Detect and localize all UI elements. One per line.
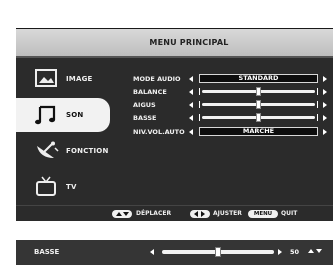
- sidebar-item-son[interactable]: SON: [16, 98, 110, 132]
- arrow-right-icon[interactable]: [323, 76, 327, 82]
- setting-row-basse[interactable]: BASSE: [128, 113, 333, 123]
- arrow-left-icon[interactable]: [189, 115, 193, 121]
- arrow-left-icon[interactable]: [189, 129, 193, 135]
- sidebar: IMAGE SON FONCTION TV: [16, 60, 128, 205]
- slider-endcap: [317, 88, 318, 95]
- menu-key-label: MENU: [253, 211, 273, 217]
- setting-row-mode-audio[interactable]: MODE AUDIO STANDARD: [128, 74, 333, 84]
- slider-endcap: [199, 101, 200, 108]
- mode-audio-select[interactable]: STANDARD: [199, 74, 318, 83]
- satellite-dish-icon: [37, 141, 59, 158]
- slider-thumb[interactable]: [215, 247, 221, 257]
- slider-endcap: [199, 114, 200, 121]
- arrow-right-icon[interactable]: [278, 249, 282, 255]
- bottom-setting-label: BASSE: [34, 248, 60, 256]
- arrow-right-icon[interactable]: [323, 102, 327, 108]
- arrow-right-icon[interactable]: [323, 129, 327, 135]
- up-arrow-icon: [308, 249, 314, 253]
- setting-label: MODE AUDIO: [133, 75, 181, 83]
- adjust-hint: AJUSTER: [213, 210, 242, 217]
- sidebar-item-image[interactable]: IMAGE: [16, 62, 128, 96]
- setting-label: BASSE: [133, 114, 157, 122]
- slider-endcap: [199, 88, 200, 95]
- setting-row-balance[interactable]: BALANCE: [128, 87, 333, 97]
- bottom-adjust-bar: BASSE 50: [16, 240, 333, 265]
- arrow-left-icon[interactable]: [150, 249, 154, 255]
- music-note-icon: [35, 105, 56, 125]
- move-hint: DÉPLACER: [136, 210, 172, 217]
- tv-icon: [36, 176, 56, 196]
- arrow-right-icon[interactable]: [323, 115, 327, 121]
- slider-endcap: [317, 101, 318, 108]
- slider-thumb[interactable]: [256, 100, 261, 109]
- bottom-setting-value: 50: [290, 248, 300, 256]
- menu-key-icon: MENU: [248, 210, 278, 218]
- arrow-left-icon[interactable]: [189, 89, 193, 95]
- down-arrow-icon: [316, 249, 322, 253]
- slider-thumb[interactable]: [256, 113, 261, 122]
- settings-list: MODE AUDIO STANDARD BALANCE AIGUS BASSE …: [128, 60, 333, 205]
- aigus-slider[interactable]: [199, 100, 318, 109]
- hint-bar: DÉPLACER AJUSTER MENU QUIT: [16, 205, 333, 221]
- setting-label: BALANCE: [133, 88, 167, 96]
- picture-icon: [35, 69, 57, 87]
- setting-row-niv-vol-auto[interactable]: NIV.VOL.AUTO MARCHE: [128, 127, 333, 137]
- setting-label: NIV.VOL.AUTO: [133, 128, 185, 136]
- niv-vol-auto-select[interactable]: MARCHE: [199, 127, 318, 136]
- quit-hint: QUIT: [281, 210, 298, 217]
- sidebar-item-tv[interactable]: TV: [16, 170, 128, 204]
- sidebar-item-label: SON: [66, 111, 84, 119]
- setting-label: AIGUS: [133, 101, 156, 109]
- basse-slider[interactable]: [199, 113, 318, 122]
- setting-row-aigus[interactable]: AIGUS: [128, 100, 333, 110]
- left-right-key-icon: [190, 210, 210, 218]
- mode-audio-value: STANDARD: [238, 74, 279, 82]
- sidebar-item-fonction[interactable]: FONCTION: [16, 134, 128, 168]
- balance-slider[interactable]: [199, 87, 318, 96]
- slider-thumb[interactable]: [256, 87, 261, 96]
- tv-menu-panel: MENU PRINCIPAL IMAGE SON FONCTION TV MOD…: [16, 28, 333, 221]
- arrow-left-icon[interactable]: [189, 102, 193, 108]
- sidebar-item-label: TV: [66, 183, 77, 191]
- niv-vol-auto-value: MARCHE: [242, 127, 275, 135]
- bottom-basse-slider[interactable]: [162, 247, 274, 257]
- slider-endcap: [317, 114, 318, 121]
- title-bar: MENU PRINCIPAL: [16, 29, 333, 58]
- sidebar-item-label: IMAGE: [66, 75, 93, 83]
- up-down-key-icon: [112, 210, 132, 218]
- arrow-left-icon[interactable]: [189, 76, 193, 82]
- menu-title: MENU PRINCIPAL: [149, 38, 229, 47]
- arrow-right-icon[interactable]: [323, 89, 327, 95]
- sidebar-item-label: FONCTION: [66, 147, 109, 155]
